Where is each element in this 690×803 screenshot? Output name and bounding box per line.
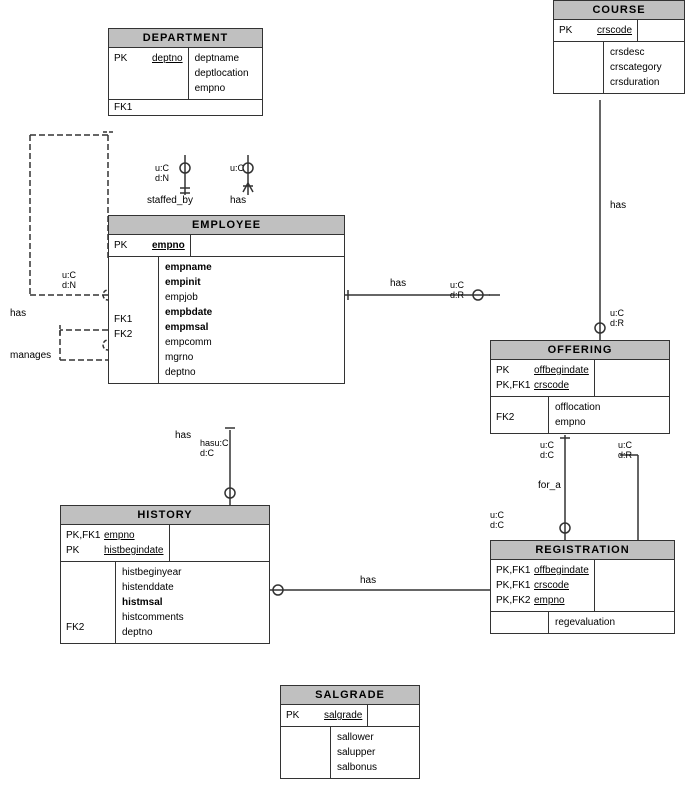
emp-attr-3: empbdate [165, 305, 212, 320]
sal-attr-0: sallower [337, 730, 377, 745]
uc-dr-course: u:Cd:R [610, 308, 624, 328]
hist-attr-1: histenddate [122, 580, 184, 595]
course-attr-1: crscategory [610, 60, 662, 75]
off-attr-0: offlocation [555, 400, 600, 415]
emp-pk-label: PK [114, 238, 152, 253]
department-entity: DEPARTMENT PK deptno deptname deptlocati… [108, 28, 263, 116]
uc-dn-dept-label: u:Cd:N [155, 163, 169, 183]
emp-attr-5: empcomm [165, 335, 212, 350]
emp-pk-val: empno [152, 238, 185, 253]
has-hist-reg-label: has [360, 575, 376, 586]
hist-attr-2: histmsal [122, 595, 184, 610]
uc-dc-reg2: u:Cd:C [490, 510, 504, 530]
manages-label: manages [10, 350, 51, 361]
history-title: HISTORY [61, 506, 269, 525]
for-a-label: for_a [538, 480, 561, 491]
off-pk2-val: crscode [534, 378, 569, 393]
dept-attr-0: deptname [195, 51, 249, 66]
off-pk1-val: offbegindate [534, 363, 589, 378]
hasu-hasd: hasu:Cd:C [200, 438, 229, 458]
sal-attr-1: salupper [337, 745, 377, 760]
hist-attr-3: histcomments [122, 610, 184, 625]
sal-attr-2: salbonus [337, 760, 377, 775]
course-pk-label: PK [559, 23, 597, 38]
registration-title: REGISTRATION [491, 541, 674, 560]
emp-attr-2: empjob [165, 290, 212, 305]
has-left-label: has [10, 308, 26, 319]
emp-attr-1: empinit [165, 275, 212, 290]
course-attr-2: crsduration [610, 75, 662, 90]
dept-pk-label: PK [114, 51, 152, 66]
dept-fk1-label: FK1 [114, 102, 152, 113]
course-entity: COURSE PK crscode crsdesc crscategory cr… [553, 0, 685, 94]
offering-title: OFFERING [491, 341, 669, 360]
course-attr-0: crsdesc [610, 45, 662, 60]
has-course-off-label: has [610, 200, 626, 211]
employee-title: EMPLOYEE [109, 216, 344, 235]
reg-attr-0: regevaluation [555, 615, 615, 630]
has-emp-off-label: has [390, 278, 406, 289]
hist-pk1-val: empno [104, 528, 135, 543]
uc-emp-off: u:Cd:R [450, 280, 464, 300]
department-title: DEPARTMENT [109, 29, 262, 48]
emp-attr-7: deptno [165, 365, 212, 380]
course-title: COURSE [554, 1, 684, 20]
history-entity: HISTORY PK,FK1empno PKhistbegindate FK2 … [60, 505, 270, 644]
salgrade-title: SALGRADE [281, 686, 419, 705]
uc-dr-reg: u:Cd:R [618, 440, 632, 460]
emp-attr-0: empname [165, 260, 212, 275]
hist-attr-0: histbeginyear [122, 565, 184, 580]
has-dept-emp-label: has [230, 195, 246, 206]
dept-attr-1: deptlocation [195, 66, 249, 81]
hist-attr-4: deptno [122, 625, 184, 640]
hist-pk2-val: histbegindate [104, 543, 164, 558]
dept-attr-2: empno [195, 81, 249, 96]
uc-dept-label: u:C [230, 163, 244, 173]
uc-dn-left: u:Cd:N [62, 270, 76, 290]
staffed-by-label: staffed_by [147, 195, 193, 206]
off-attr-1: empno [555, 415, 600, 430]
offering-entity: OFFERING PKoffbegindate PK,FK1crscode FK… [490, 340, 670, 434]
registration-entity: REGISTRATION PK,FK1offbegindate PK,FK1cr… [490, 540, 675, 634]
course-pk-val: crscode [597, 23, 632, 38]
dept-pk-val: deptno [152, 51, 183, 66]
has-emp-hist-label: has [175, 430, 191, 441]
emp-attr-6: mgrno [165, 350, 212, 365]
uc-off-reg: u:Cd:C [540, 440, 554, 460]
emp-attr-4: empmsal [165, 320, 212, 335]
salgrade-entity: SALGRADE PKsalgrade sallower salupper sa… [280, 685, 420, 779]
employee-entity: EMPLOYEE PK empno FK1 FK2 empname empini… [108, 215, 345, 384]
